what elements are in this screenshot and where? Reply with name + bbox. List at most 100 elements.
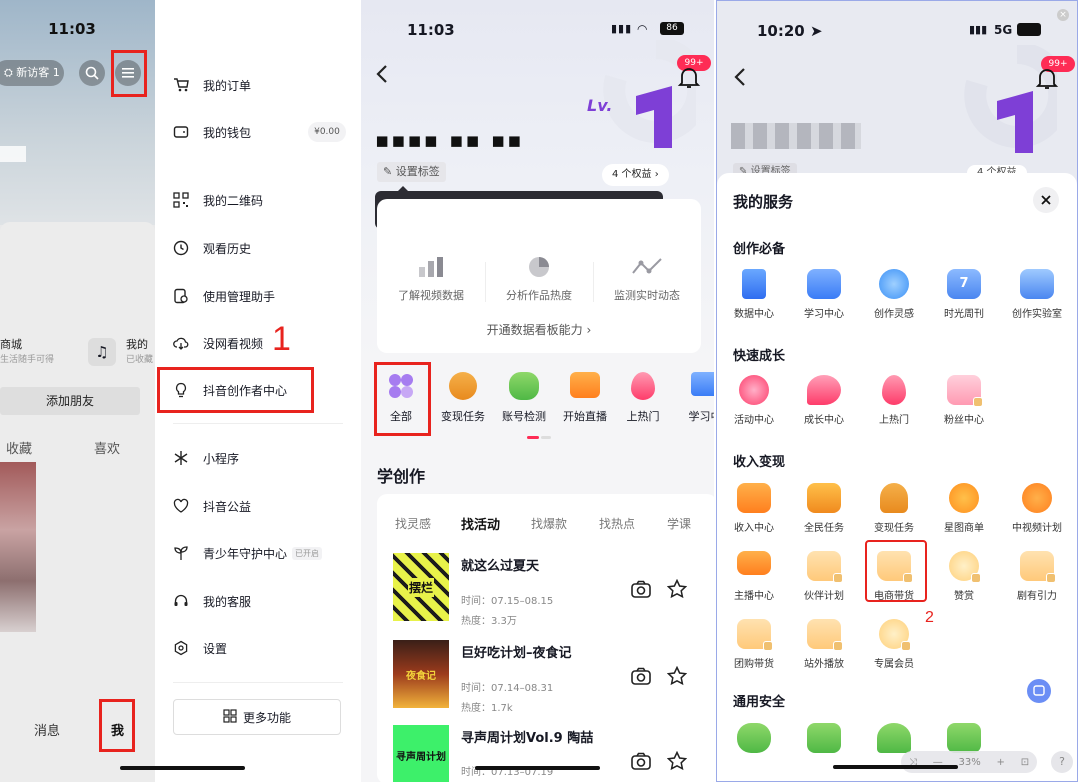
quick-account-check[interactable]: 账号检测 (496, 372, 552, 424)
tab-collect[interactable]: 收藏 (6, 438, 32, 457)
service-security-2[interactable] (789, 723, 859, 759)
service-mid-video[interactable]: 中视频计划 (999, 483, 1075, 534)
menu-item-settings[interactable]: 设置 (173, 636, 227, 660)
tab-activity[interactable]: 找活动 (461, 514, 500, 533)
service-hot[interactable]: 上热门 (859, 375, 929, 426)
menu-item-orders[interactable]: 我的订单 (173, 73, 251, 97)
service-data-center[interactable]: 数据中心 (719, 269, 789, 320)
service-drama[interactable]: 剧有引力 (999, 551, 1075, 602)
tab-course[interactable]: 学课 (667, 515, 691, 532)
notification-button[interactable] (1035, 67, 1059, 95)
menu-item-qrcode[interactable]: 我的二维码 (173, 188, 263, 212)
set-tag-button[interactable]: ✎ 设置标签 (377, 162, 446, 182)
signal-icon: ▮▮▮ (611, 22, 633, 35)
tab-hits[interactable]: 找爆款 (531, 515, 567, 532)
back-button[interactable] (733, 67, 747, 91)
lock-icon (971, 573, 981, 583)
activity-cover[interactable]: 摆烂 (393, 553, 449, 621)
menu-item-miniapp[interactable]: 小程序 (173, 446, 239, 470)
quick-hot[interactable]: 上热门 (615, 372, 671, 424)
service-group-buy[interactable]: 团购带货 (719, 619, 789, 670)
service-tasks[interactable]: 全民任务 (789, 483, 859, 534)
service-reward[interactable]: 赞赏 (929, 551, 999, 602)
favorite-button[interactable] (666, 578, 688, 603)
visitors-icon: ⛭ (4, 66, 17, 79)
menu-item-offline[interactable]: 没网看视频 (173, 331, 263, 355)
manage-icon (173, 288, 189, 304)
service-anchor[interactable]: 主播中心 (719, 551, 789, 602)
shoot-button[interactable] (631, 580, 651, 602)
fit-icon[interactable]: ⊡ (1021, 757, 1029, 768)
service-security-1[interactable] (719, 723, 789, 759)
service-activity[interactable]: 活动中心 (719, 375, 789, 426)
notification-button[interactable] (677, 66, 701, 94)
service-fans[interactable]: 粉丝中心 (929, 375, 999, 426)
shop-entry[interactable]: 商城 生活随手可得 (0, 336, 60, 365)
zoom-in-icon[interactable]: + (997, 757, 1005, 768)
favorite-button[interactable] (666, 665, 688, 690)
more-features-button[interactable]: 更多功能 (173, 699, 341, 735)
visitors-button[interactable]: ⛭ 新访客 1 (0, 60, 64, 86)
menu-item-manage[interactable]: 使用管理助手 (173, 284, 275, 308)
menu-item-charity[interactable]: 抖音公益 (173, 494, 251, 518)
quick-monetize[interactable]: 变现任务 (435, 372, 491, 424)
tab-inspiration[interactable]: 找灵感 (395, 515, 431, 532)
close-button[interactable] (1033, 187, 1059, 213)
group-buy-icon (737, 619, 773, 651)
nav-message[interactable]: 消息 (34, 720, 60, 739)
service-income[interactable]: 收入中心 (719, 483, 789, 534)
step-1-label: 1 (272, 320, 291, 358)
username-blur (0, 146, 26, 162)
section-income: 收入变现 (733, 455, 786, 470)
status-time: 10:20 ➤ (757, 22, 823, 40)
back-button[interactable] (375, 64, 389, 89)
service-offsite[interactable]: 站外播放 (789, 619, 859, 670)
service-partner[interactable]: 伙伴计划 (789, 551, 859, 602)
service-growth[interactable]: 成长中心 (789, 375, 859, 426)
learn-title: 学创作 (377, 467, 426, 486)
activity-cover[interactable]: 夜食记 (393, 640, 449, 708)
shoot-button[interactable] (631, 667, 651, 689)
activity-title[interactable]: 巨好吃计划–夜食记 (461, 642, 572, 661)
services-sheet: 我的服务 创作必备 数据中心 学习中心 创作灵感 7 时光周刊 创作实验室 快速成… (717, 173, 1077, 781)
lock-icon (833, 641, 843, 651)
service-learn-center[interactable]: 学习中心 (789, 269, 859, 320)
menu-divider-2 (173, 682, 343, 683)
add-friend-button[interactable]: 添加朋友 (0, 387, 140, 415)
activity-title[interactable]: 寻声周计划Vol.9 陶喆 (461, 727, 593, 746)
stat-heat[interactable]: 分析作品热度 (485, 255, 593, 303)
menu-item-youth[interactable]: 青少年守护中心 已开启 (173, 541, 323, 565)
service-monetize[interactable]: 变现任务 (859, 483, 929, 534)
activity-cover[interactable]: 寻声周计划 (393, 725, 449, 782)
service-star-orders[interactable]: 星图商单 (929, 483, 999, 534)
camera-icon (631, 667, 651, 685)
tab-hot[interactable]: 找热点 (599, 515, 635, 532)
close-window-icon[interactable]: × (1057, 9, 1069, 21)
status-time: 11:03 (48, 20, 96, 38)
service-inspiration[interactable]: 创作灵感 (859, 269, 929, 320)
menu-item-service[interactable]: 我的客服 (173, 589, 251, 613)
section-security: 通用安全 (733, 695, 786, 710)
activity-title[interactable]: 就这么过夏天 (461, 555, 539, 574)
service-lab[interactable]: 创作实验室 (999, 269, 1075, 320)
tab-like[interactable]: 喜欢 (94, 438, 120, 457)
menu-item-wallet[interactable]: 我的钱包 (173, 120, 251, 144)
mine-entry[interactable]: 我的 已收藏 (126, 336, 155, 365)
feedback-button[interactable] (1027, 679, 1051, 703)
shoot-button[interactable] (631, 752, 651, 774)
open-board-link[interactable]: 开通数据看板能力 › (377, 321, 701, 338)
stat-video-data[interactable]: 了解视频数据 (377, 255, 485, 303)
stat-realtime[interactable]: 监测实时动态 (593, 255, 701, 303)
rights-button[interactable]: 4 个权益 › (602, 164, 669, 186)
quick-live[interactable]: 开始直播 (557, 372, 613, 424)
search-button[interactable] (79, 60, 105, 86)
video-thumbnail[interactable] (0, 462, 36, 632)
favorite-button[interactable] (666, 750, 688, 775)
quick-learn[interactable]: 学习中 (677, 372, 714, 424)
service-vip[interactable]: 专属会员 (859, 619, 929, 670)
help-icon[interactable]: ? (1051, 751, 1073, 773)
service-weekly[interactable]: 7 时光周刊 (929, 269, 999, 320)
close-icon (1041, 195, 1051, 205)
wifi-icon: ◠ (637, 22, 648, 36)
menu-item-history[interactable]: 观看历史 (173, 236, 251, 260)
